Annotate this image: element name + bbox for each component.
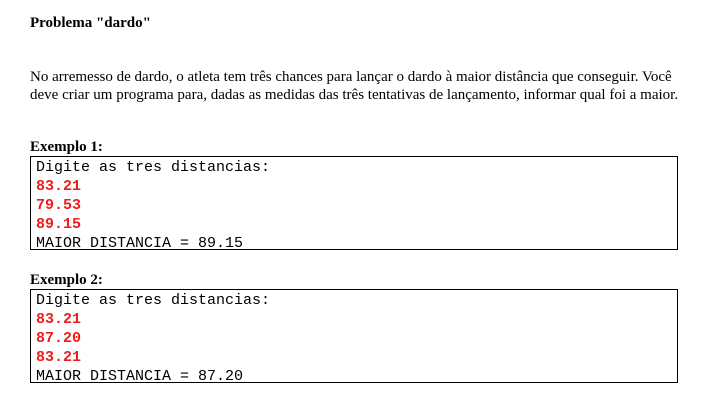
example-1-label: Exemplo 1: <box>30 139 103 155</box>
example-1-console: Digite as tres distancias: 83.21 79.53 8… <box>30 156 678 252</box>
console-input-2: 79.53 <box>36 197 82 214</box>
console-output: MAIOR DISTANCIA = 89.15 <box>36 235 244 252</box>
console-input-1: 83.21 <box>36 311 82 328</box>
problem-title: Problema "dardo" <box>30 15 151 31</box>
problem-statement: No arremesso de dardo, o atleta tem três… <box>30 69 679 103</box>
console-input-2: 87.20 <box>36 330 82 347</box>
example-2-label: Exemplo 2: <box>30 272 103 288</box>
console-output: MAIOR DISTANCIA = 87.20 <box>36 368 244 385</box>
example-2-console: Digite as tres distancias: 83.21 87.20 8… <box>30 289 678 385</box>
console-prompt: Digite as tres distancias: <box>36 159 271 176</box>
console-prompt: Digite as tres distancias: <box>36 292 271 309</box>
console-input-1: 83.21 <box>36 178 82 195</box>
console-input-3: 83.21 <box>36 349 82 366</box>
console-input-3: 89.15 <box>36 216 82 233</box>
